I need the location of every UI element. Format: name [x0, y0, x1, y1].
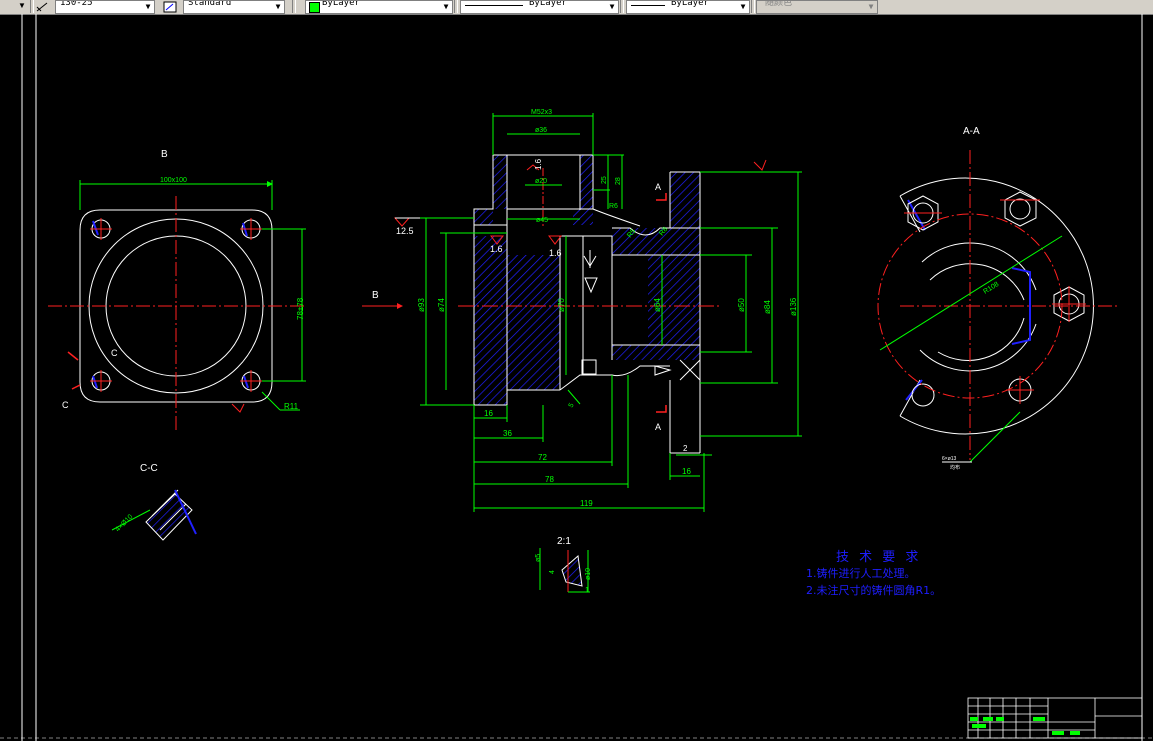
toolbar-separator	[751, 0, 755, 13]
toolbar-separator	[620, 0, 624, 13]
chevron-down-icon: ▼	[275, 2, 281, 11]
lineweight-preview	[631, 5, 665, 6]
detail-d4: 4	[549, 570, 556, 574]
layer-select[interactable]: ByLayer ▼	[305, 0, 453, 14]
rough-1-6-left: 1.6	[490, 244, 503, 254]
view-cc-dim: 4×Ø10	[114, 513, 134, 533]
dim-d74: ø74	[437, 298, 446, 312]
detail-h1: 1	[585, 587, 589, 594]
dim-d84: ø84	[763, 300, 772, 314]
view-cc: C-C 4×Ø10	[111, 463, 197, 541]
chevron-down-icon: ▼	[145, 2, 151, 11]
dim-r6: R6	[609, 203, 618, 210]
section-a-top: A	[655, 182, 661, 192]
chevron-down-icon: ▼	[609, 2, 615, 11]
textstyle-value: Standard	[188, 0, 232, 8]
textstyle-select[interactable]: Standard ▼	[183, 0, 285, 14]
dim-d70: ø70	[557, 298, 566, 312]
toolbar-separator	[454, 0, 458, 13]
rough-1-6-top: 1.6	[534, 158, 543, 170]
view-arrow-b-label: B	[372, 290, 379, 301]
properties-toolbar: ▼ 130-25 ▼ Standard ▼ ByLayer ▼ ByLayer …	[0, 0, 1153, 15]
layer-value: ByLayer	[322, 0, 360, 8]
view-b-width-dim: 100x100	[160, 177, 187, 184]
detail-d10: ø10	[585, 568, 592, 580]
dim-d93: ø93	[417, 298, 426, 312]
dim-l78: 78	[545, 475, 554, 484]
view-b-section-mark-c2: C	[62, 400, 69, 410]
view-aa-tag2: 均布	[950, 464, 960, 471]
view-b: B 100x100 78±78 R11 C C	[48, 149, 306, 432]
layer-color-swatch	[309, 2, 320, 13]
dim-l16: 16	[484, 409, 493, 418]
view-a-a: A-A R108 6×ø13 均布	[877, 126, 1118, 471]
notes-title: 技 术 要 求	[836, 550, 922, 565]
dim-d50: ø50	[737, 298, 746, 312]
dimstyle-icon	[35, 0, 49, 12]
dim-l119: 119	[580, 499, 593, 508]
drawing-canvas[interactable]: B 100x100 78±78 R11 C C C-C 4×Ø10 M52x3 …	[0, 14, 1153, 741]
dim-l36: 36	[503, 429, 512, 438]
dimstyle-value: 130-25	[60, 0, 93, 8]
section-a-bottom: A	[655, 422, 661, 432]
dim-l2: 2	[683, 444, 688, 453]
view-aa-radius: R108	[982, 281, 1000, 296]
view-aa-title: A-A	[963, 126, 980, 137]
detail-view: 2:1 ø5 4 1 ø10	[535, 536, 592, 594]
notes-item-1: 1.铸件进行人工处理。	[806, 567, 916, 580]
dim-d36: ø36	[535, 127, 547, 134]
view-b-height-dim: 78±78	[296, 297, 305, 320]
dimstyle-select[interactable]: 130-25 ▼	[55, 0, 155, 14]
dim-d136: ø136	[789, 297, 798, 316]
chevron-down-icon: ▼	[443, 2, 449, 11]
linetype-preview	[465, 5, 523, 6]
rough-12-5: 12.5	[396, 226, 414, 236]
chevron-down-icon: ▼	[868, 2, 874, 11]
linetype-value: ByLayer	[529, 0, 567, 8]
dim-l72: 72	[538, 453, 547, 462]
view-b-section-mark-c: C	[111, 348, 118, 358]
rough-1-6-mid: 1.6	[549, 248, 562, 258]
linetype-select[interactable]: ByLayer ▼	[460, 0, 619, 14]
view-cc-title: C-C	[140, 463, 158, 474]
textstyle-icon	[163, 0, 177, 13]
main-section-view: M52x3 ø36 ø20 ø45 1.6 25 28 R6 R5 R8 12.…	[362, 109, 802, 512]
lineweight-value: ByLayer	[671, 0, 709, 8]
dim-h25: 25	[601, 176, 608, 184]
dim-l5: 5	[568, 402, 576, 409]
view-b-radius-dim: R11	[284, 402, 299, 411]
dim-d45: ø45	[536, 217, 548, 224]
dropdown-arrow-icon[interactable]: ▼	[14, 0, 28, 12]
dim-thread: M52x3	[531, 109, 552, 116]
view-aa-tag1: 6×ø13	[942, 456, 957, 462]
plotstyle-value: 随颜色	[765, 0, 793, 8]
title-block	[967, 697, 1143, 739]
plotstyle-select[interactable]: 随颜色 ▼	[756, 0, 878, 14]
toolbar-separator	[292, 0, 296, 13]
dim-d64: ø64	[653, 298, 662, 312]
view-b-title: B	[161, 149, 168, 160]
dim-l16b: 16	[682, 467, 691, 476]
dim-d20: ø20	[535, 178, 547, 185]
lineweight-select[interactable]: ByLayer ▼	[626, 0, 750, 14]
detail-d5: ø5	[535, 554, 542, 562]
toolbar-separator	[30, 0, 34, 13]
notes-item-2: 2.未注尺寸的铸件圆角R1。	[806, 584, 942, 597]
dim-h28: 28	[615, 177, 622, 185]
chevron-down-icon: ▼	[740, 2, 746, 11]
detail-scale: 2:1	[557, 536, 571, 547]
